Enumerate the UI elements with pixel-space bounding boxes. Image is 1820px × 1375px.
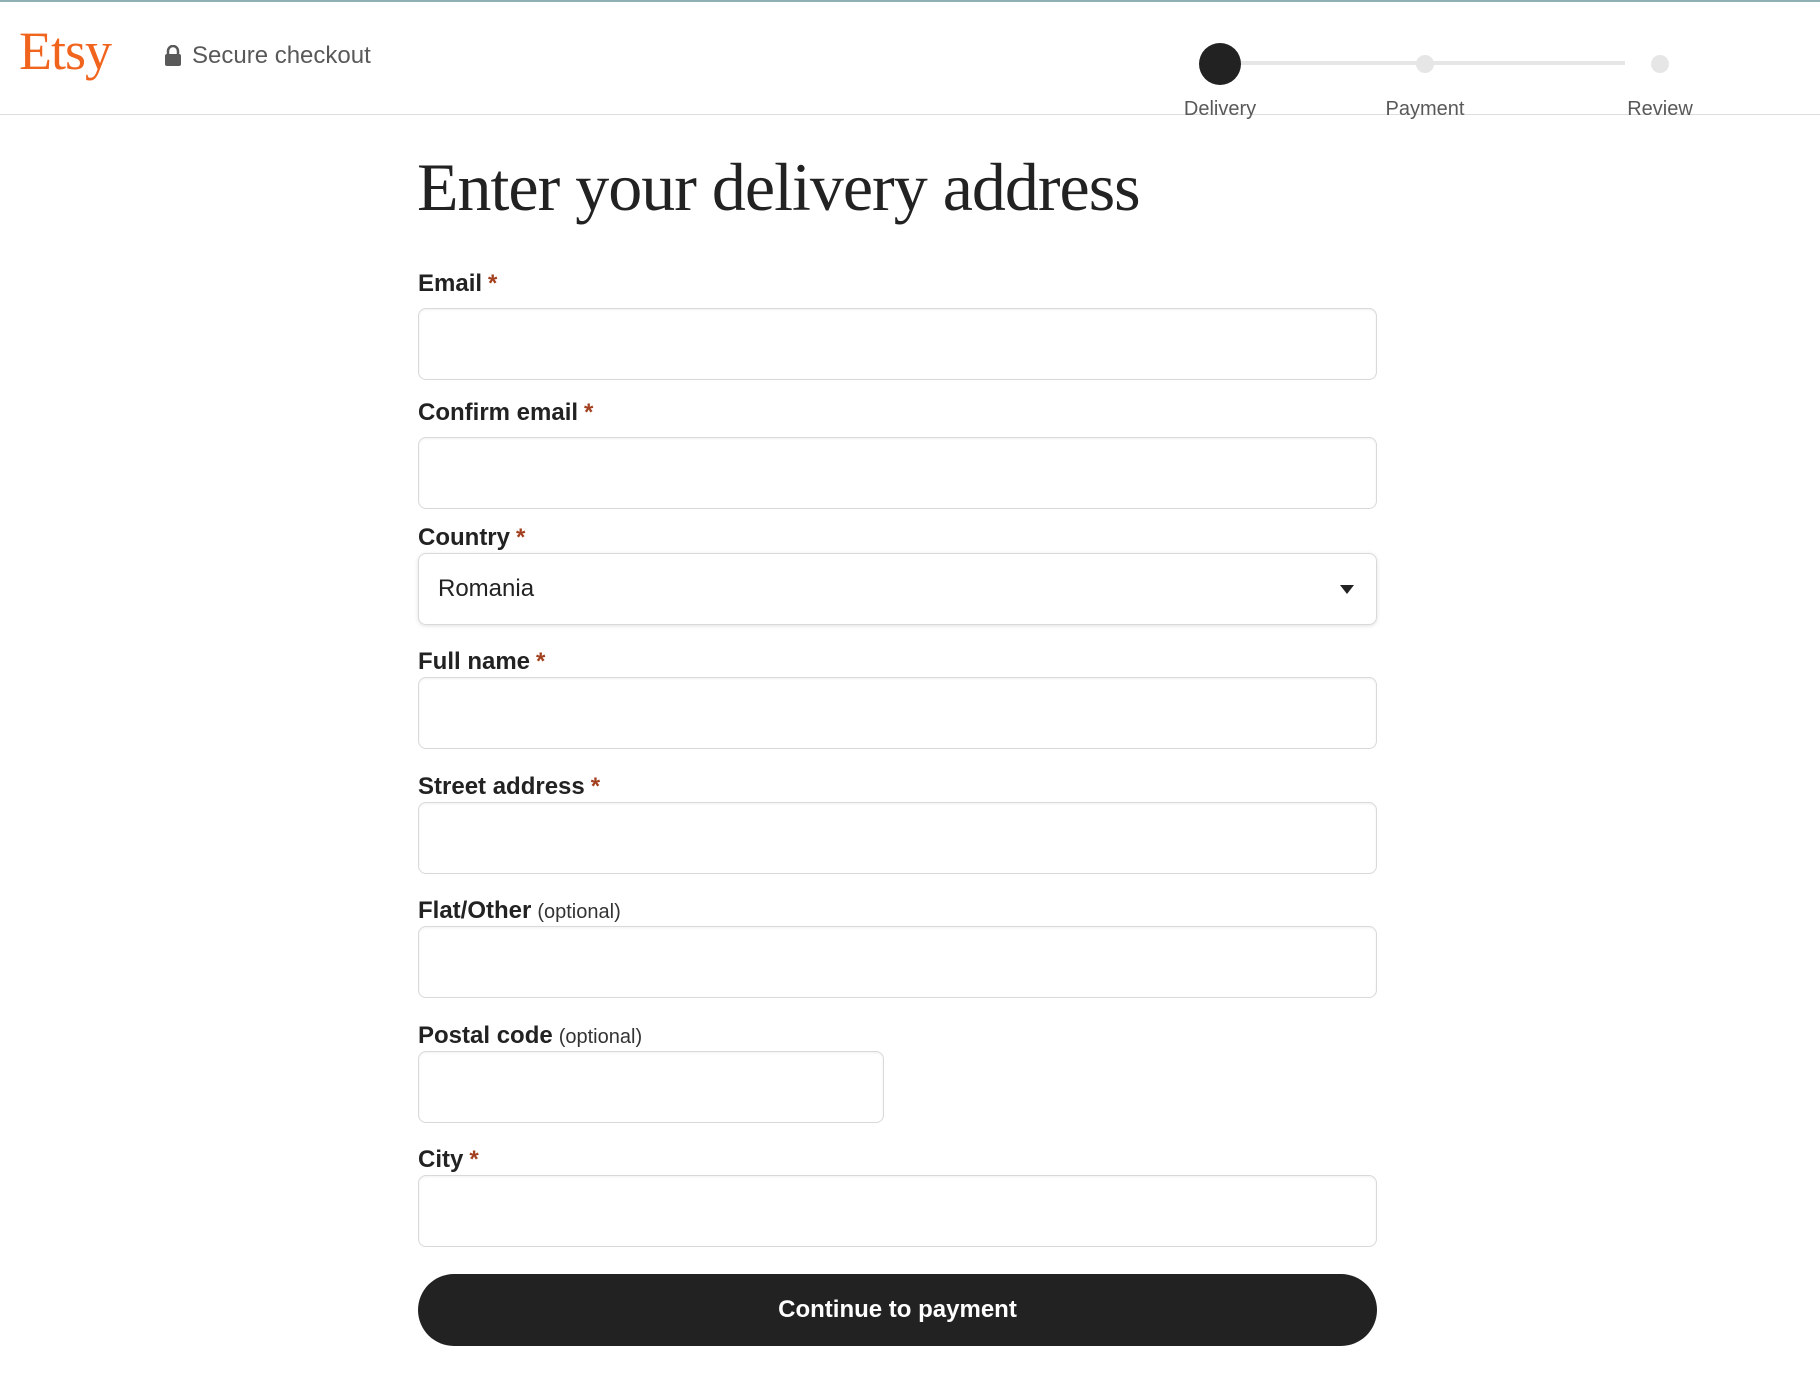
checkout-stepper: Delivery Payment Review <box>1140 22 1693 120</box>
step-dot-active <box>1199 43 1241 85</box>
step-dot <box>1651 55 1669 73</box>
country-label-text: Country <box>418 524 510 551</box>
confirm-email-label-text: Confirm email <box>418 399 579 426</box>
optional-marker: (optional) <box>558 1026 643 1048</box>
step-delivery: Delivery <box>1140 22 1300 121</box>
confirm-email-label: Confirm email * <box>418 399 593 427</box>
postal-code-label: Postal code (optional) <box>418 1022 642 1050</box>
email-input[interactable] <box>418 308 1377 380</box>
full-name-label-text: Full name <box>418 648 531 675</box>
city-label-text: City <box>418 1146 464 1173</box>
step-payment: Payment <box>1345 22 1505 121</box>
email-label-text: Email <box>418 270 483 297</box>
continue-to-payment-button[interactable]: Continue to payment <box>418 1274 1377 1346</box>
city-input[interactable] <box>418 1175 1377 1247</box>
step-label: Review <box>1627 98 1693 120</box>
country-label: Country * <box>418 524 525 552</box>
country-selected-value: Romania <box>438 575 535 602</box>
email-label: Email * <box>418 270 497 298</box>
required-marker: * <box>584 399 594 426</box>
required-marker: * <box>516 524 526 551</box>
required-marker: * <box>590 773 601 800</box>
step-dot <box>1416 55 1434 73</box>
page-title: Enter your delivery address <box>417 149 1141 225</box>
step-label: Delivery <box>1183 98 1257 120</box>
etsy-logo[interactable]: Etsy <box>19 24 112 78</box>
street-address-label: Street address * <box>418 773 600 801</box>
lock-icon <box>165 45 181 66</box>
checkout-header: Etsy Secure checkout Delivery Payment Re… <box>0 2 1820 120</box>
street-address-label-text: Street address <box>418 773 585 800</box>
confirm-email-input[interactable] <box>418 437 1377 509</box>
required-marker: * <box>536 648 546 675</box>
country-select[interactable]: Romania <box>418 553 1377 625</box>
step-label: Payment <box>1385 98 1465 120</box>
optional-marker: (optional) <box>537 901 621 923</box>
flat-other-label: Flat/Other (optional) <box>418 897 621 925</box>
step-review: Review <box>1580 22 1740 121</box>
flat-other-label-text: Flat/Other <box>418 897 532 924</box>
full-name-input[interactable] <box>418 677 1377 749</box>
required-marker: * <box>488 270 498 297</box>
full-name-label: Full name * <box>418 648 545 676</box>
postal-code-label-text: Postal code <box>418 1022 553 1049</box>
street-address-input[interactable] <box>418 802 1377 874</box>
secure-checkout-label: Secure checkout <box>192 42 371 69</box>
city-label: City * <box>418 1146 479 1174</box>
caret-down-icon <box>1340 584 1354 594</box>
postal-code-input[interactable] <box>418 1051 884 1123</box>
flat-other-input[interactable] <box>418 926 1377 998</box>
secure-checkout: Secure checkout <box>164 42 371 70</box>
required-marker: * <box>469 1146 479 1173</box>
